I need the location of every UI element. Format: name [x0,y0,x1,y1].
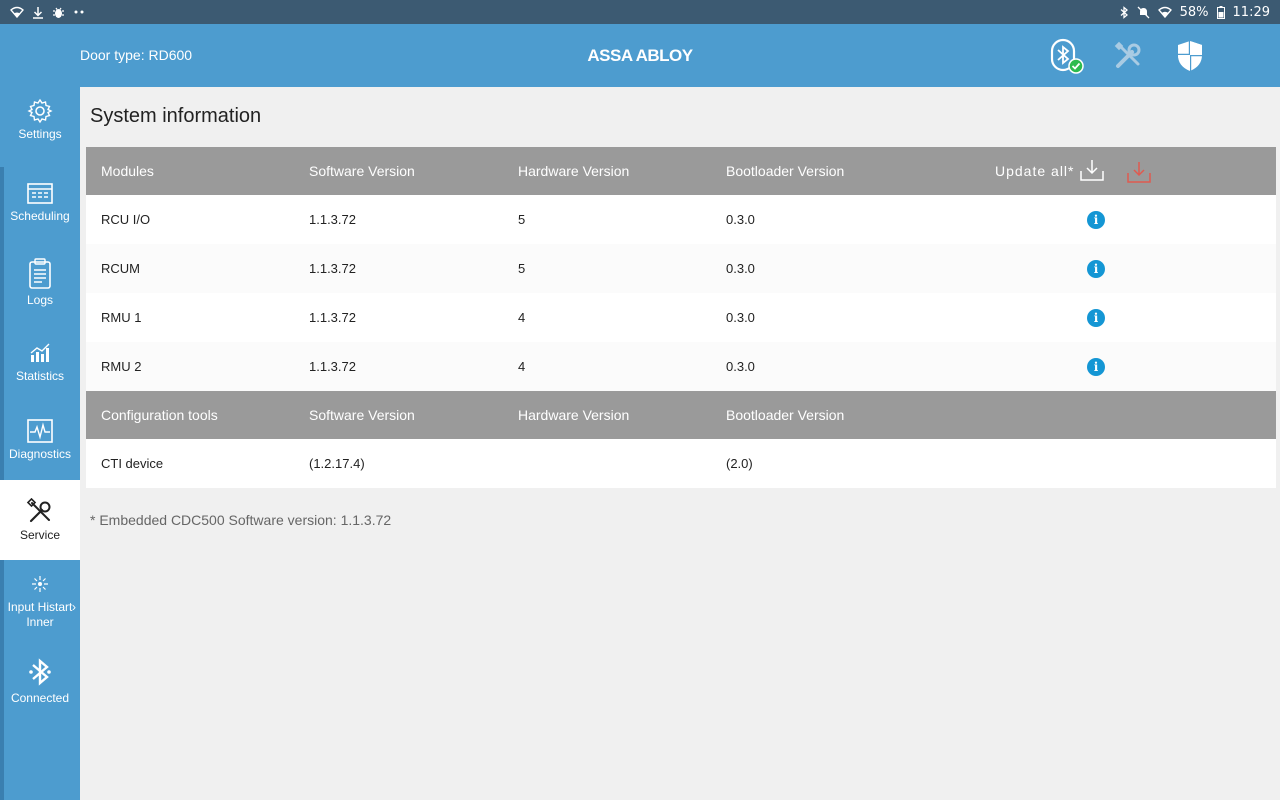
sidebar-item-label: Service [19,528,60,542]
bluetooth-icon [0,655,80,689]
sidebar-item-label: Connected [10,691,70,705]
gear-icon [0,97,80,125]
status-bar: 58% 11:29 [0,0,1280,24]
battery-percent: 58% [1179,4,1209,20]
update-all-button[interactable]: Update all* [995,147,1105,195]
sidebar-item-input-histart[interactable]: Input Histart Inner › [0,570,80,650]
module-name: RMU 1 [101,310,142,325]
bootloader-version: 0.3.0 [726,359,755,374]
sidebar-item-logs[interactable]: Logs [0,257,80,332]
module-name: RCUM [101,261,140,276]
bootloader-version: 0.3.0 [726,212,755,227]
tool-name: CTI device [101,456,164,471]
update-all-label: Update all* [995,163,1075,179]
sidebar-item-label: Statistics [15,369,64,383]
sidebar-item-diagnostics[interactable]: Diagnostics [0,417,80,487]
module-name: RCU I/O [101,212,151,227]
download-icon [1079,157,1105,186]
footnote: * Embedded CDC500 Software version: 1.1.… [90,512,392,528]
sidebar-nav: Settings Scheduling Logs Statistics Diag… [0,87,80,800]
modules-header-row: Modules Software Version Hardware Versio… [86,147,1276,195]
column-header-bootloader: Bootloader Version [726,407,845,423]
bluetooth-status-icon [1119,5,1129,19]
battery-icon [1216,5,1225,19]
software-version: 1.1.3.72 [309,310,356,325]
sidebar-item-label: Logs [26,293,54,307]
column-header-hardware: Hardware Version [518,163,630,179]
door-type-label: Door type: RD600 [80,47,193,63]
sidebar-item-scheduling[interactable]: Scheduling [0,179,80,249]
sidebar-item-label: Scheduling [10,209,70,223]
app-header: Door type: RD600 ASSA ABLOY [0,24,1280,87]
mute-icon [1137,6,1150,19]
bar-chart-icon [0,339,80,367]
pulse-icon [0,417,80,445]
column-header-bootloader: Bootloader Version [726,163,845,179]
hardware-version: 5 [518,261,526,276]
bootloader-version: 0.3.0 [726,310,755,325]
wifi-signal-icon [1157,6,1172,18]
download-alert-icon[interactable] [1126,159,1152,188]
clock: 11:29 [1232,4,1270,20]
table-row: CTI device (1.2.17.4) (2.0) [86,439,1276,488]
sidebar-item-service[interactable]: Service [0,480,80,560]
bootloader-version: 0.3.0 [726,261,755,276]
system-info-table: Modules Software Version Hardware Versio… [86,147,1276,488]
sidebar-item-settings[interactable]: Settings [0,97,80,167]
software-version: (1.2.17.4) [309,456,365,471]
clipboard-icon [0,257,80,291]
shield-icon[interactable] [1172,36,1208,76]
download-icon [32,6,44,19]
table-row: RCU I/O 1.1.3.72 5 0.3.0 i [86,195,1276,244]
tools-header-row: Configuration tools Software Version Har… [86,391,1276,439]
software-version: 1.1.3.72 [309,261,356,276]
main-content: System information Modules Software Vers… [80,87,1280,800]
tools-icon[interactable] [1110,36,1146,76]
column-header-modules: Modules [101,163,154,179]
table-row: RMU 1 1.1.3.72 4 0.3.0 i [86,293,1276,342]
chevron-right-icon[interactable]: › [72,600,76,614]
column-header-software: Software Version [309,163,415,179]
sidebar-item-label: Input Histart Inner [7,600,73,629]
column-header-hardware: Hardware Version [518,407,630,423]
hardware-version: 4 [518,359,526,374]
more-notifications-icon [73,9,85,15]
bootloader-version: (2.0) [726,456,753,471]
bluetooth-connected-icon[interactable] [1048,36,1084,76]
sidebar-item-statistics[interactable]: Statistics [0,339,80,409]
table-row: RMU 2 1.1.3.72 4 0.3.0 i [86,342,1276,391]
page-title: System information [90,105,262,127]
wifi-icon [10,6,24,18]
module-name: RMU 2 [101,359,142,374]
bug-icon [52,6,65,19]
column-header-software: Software Version [309,407,415,423]
hardware-version: 4 [518,310,526,325]
sparkle-icon [0,570,80,598]
column-header-configuration-tools: Configuration tools [101,407,218,423]
software-version: 1.1.3.72 [309,212,356,227]
brand-logo: ASSA ABLOY [587,46,693,65]
sidebar-item-label: Settings [18,127,62,141]
hardware-version: 5 [518,212,526,227]
info-icon[interactable]: i [1087,308,1105,327]
table-row: RCUM 1.1.3.72 5 0.3.0 i [86,244,1276,293]
info-icon[interactable]: i [1087,259,1105,278]
info-icon[interactable]: i [1087,357,1105,376]
sidebar-item-label: Diagnostics [8,447,72,461]
info-icon[interactable]: i [1087,210,1105,229]
calendar-icon [0,179,80,207]
sidebar-item-connected[interactable]: Connected [0,655,80,725]
software-version: 1.1.3.72 [309,359,356,374]
tools-icon [0,498,80,526]
